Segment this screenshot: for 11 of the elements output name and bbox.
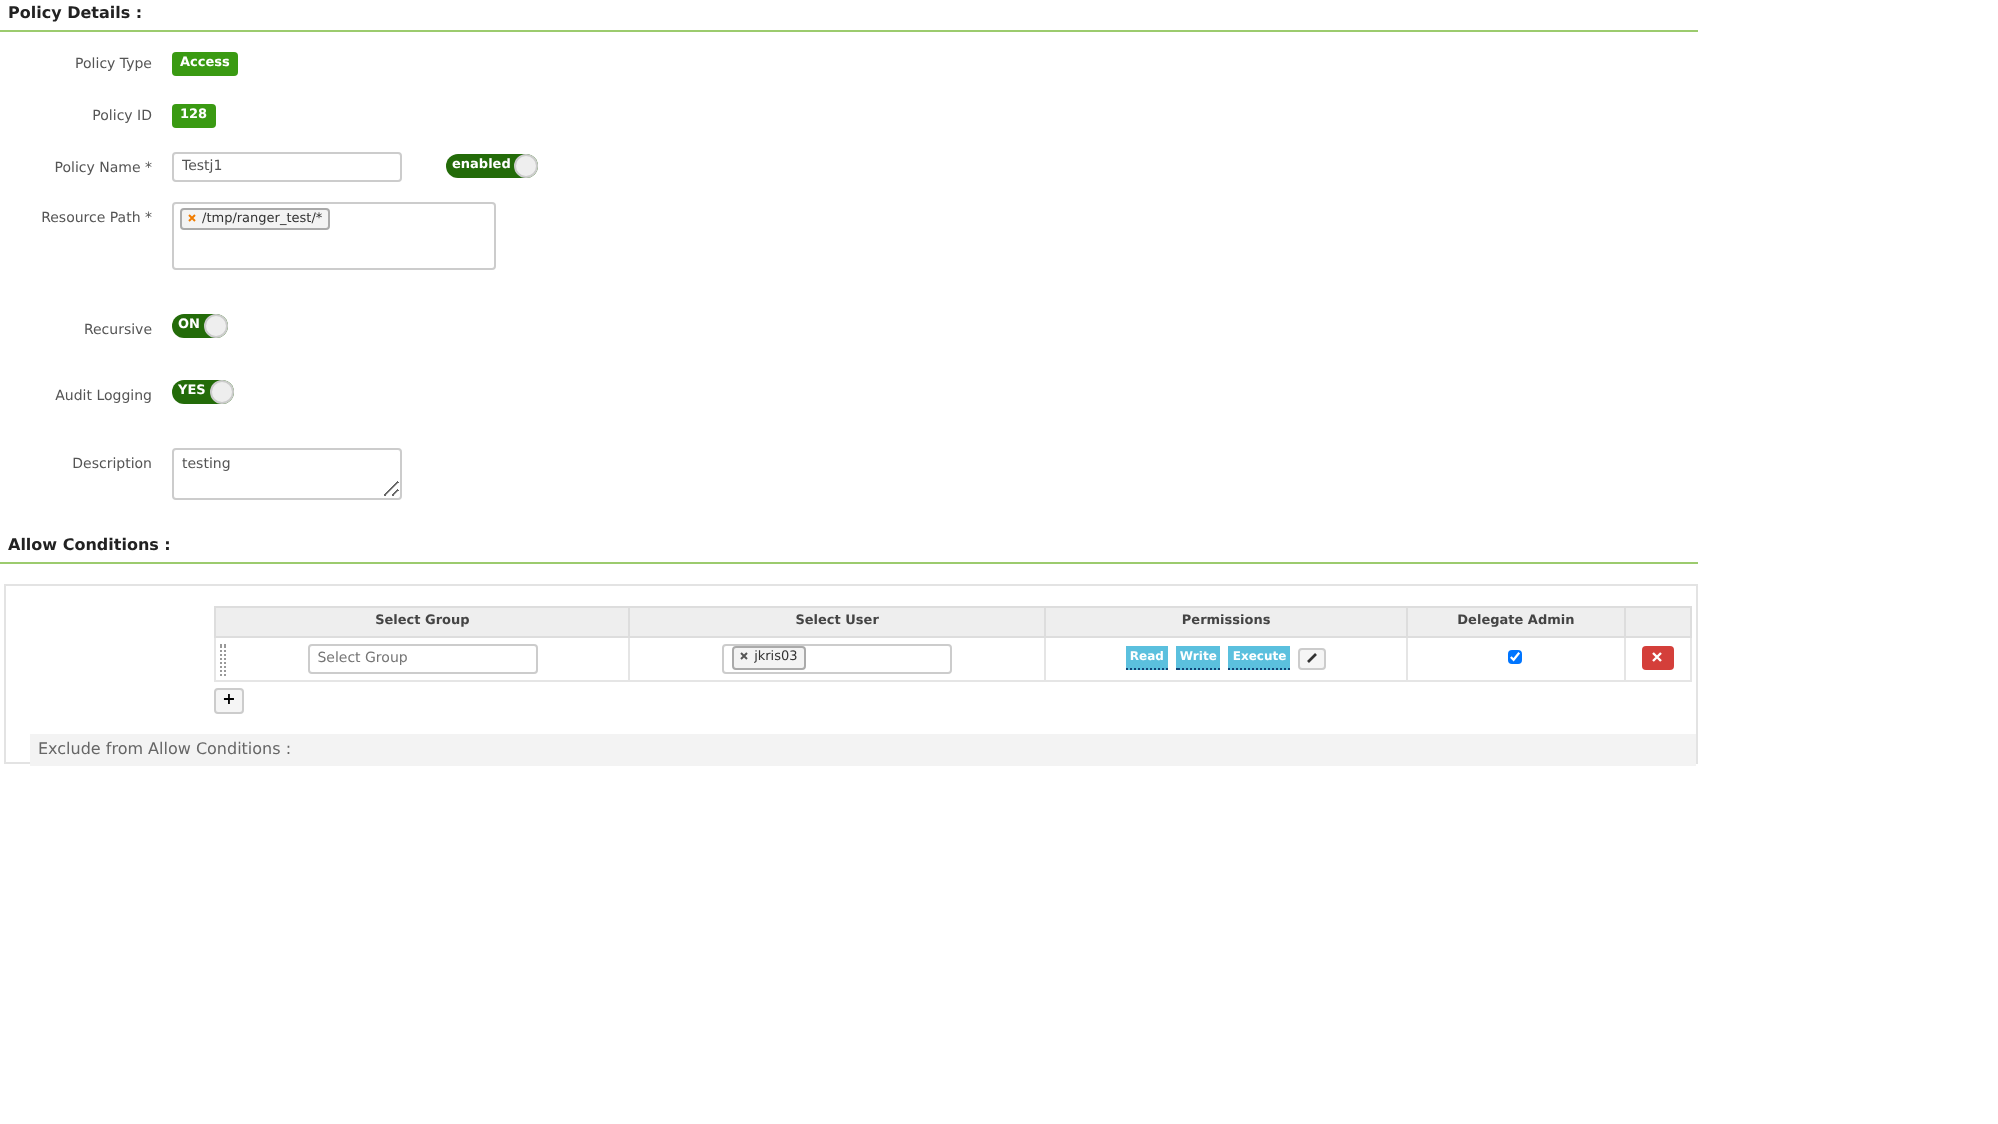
close-icon <box>1652 652 1663 663</box>
remove-icon[interactable] <box>740 652 749 661</box>
edit-button[interactable] <box>1298 647 1327 669</box>
delete-button[interactable] <box>1641 646 1674 670</box>
drag-handle-icon[interactable] <box>220 643 226 675</box>
section-heading: Policy Details : <box>0 0 1698 32</box>
section-heading: Exclude from Allow Conditions : <box>30 733 1696 765</box>
delegate-admin-checkbox[interactable] <box>1508 650 1523 665</box>
add-button[interactable]: + <box>214 687 244 713</box>
pencil-icon <box>1306 652 1319 664</box>
section-heading: Allow Conditions : <box>0 531 1698 563</box>
